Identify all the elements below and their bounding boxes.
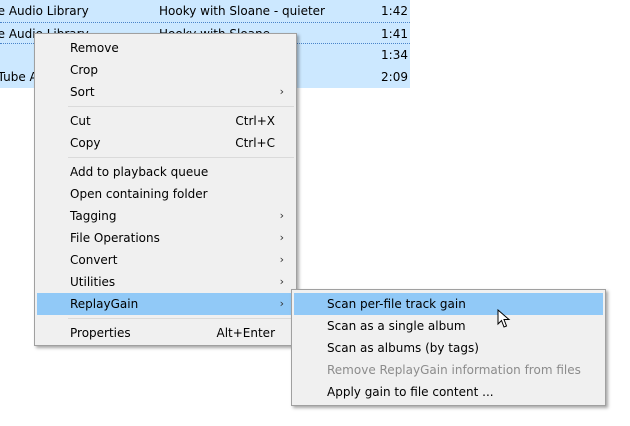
menu-item-replaygain[interactable]: ReplayGain › [37,293,294,315]
menu-item-remove[interactable]: Remove [37,37,294,59]
menu-item-label: Open containing folder [70,187,208,201]
menu-item-label: Add to playback queue [70,165,209,179]
menu-item-add-to-queue[interactable]: Add to playback queue [37,161,294,183]
submenu-arrow-icon: › [279,85,284,98]
menu-item-shortcut: Ctrl+C [235,136,275,150]
menu-item-file-operations[interactable]: File Operations › [37,227,294,249]
submenu-arrow-icon: › [279,231,284,244]
menu-item-cut[interactable]: Cut Ctrl+X [37,110,294,132]
menu-item-label: ReplayGain [70,297,139,311]
submenu-arrow-icon: › [279,297,284,310]
submenu-item-remove-replaygain-info: Remove ReplayGain information from files [294,359,603,381]
context-menu: Remove Crop Sort › Cut Ctrl+X Copy Ctrl+… [34,33,297,346]
submenu-item-scan-single-album[interactable]: Scan as a single album [294,315,603,337]
replaygain-submenu: Scan per-file track gain Scan as a singl… [291,289,606,406]
submenu-item-scan-track-gain[interactable]: Scan per-file track gain [294,293,603,315]
submenu-arrow-icon: › [279,275,284,288]
menu-item-shortcut: Alt+Enter [216,326,275,340]
menu-item-copy[interactable]: Copy Ctrl+C [37,132,294,154]
menu-separator [68,157,294,158]
menu-item-label: Sort [70,85,95,99]
track-title: Hooky with Sloane - quieter [159,4,325,18]
menu-item-label: Scan as albums (by tags) [327,341,479,355]
menu-separator [68,318,294,319]
menu-item-sort[interactable]: Sort › [37,81,294,103]
menu-item-convert[interactable]: Convert › [37,249,294,271]
track-duration: 1:34 [381,48,408,62]
menu-item-shortcut: Ctrl+X [235,114,275,128]
menu-separator [68,106,294,107]
submenu-item-scan-albums-by-tags[interactable]: Scan as albums (by tags) [294,337,603,359]
menu-item-label: Convert [70,253,118,267]
menu-item-label: Cut [70,114,91,128]
menu-item-tagging[interactable]: Tagging › [37,205,294,227]
track-duration: 1:41 [381,27,408,41]
submenu-arrow-icon: › [279,253,284,266]
menu-item-crop[interactable]: Crop [37,59,294,81]
menu-item-label: Utilities [70,275,116,289]
menu-item-label: File Operations [70,231,160,245]
menu-item-label: Apply gain to file content ... [327,385,494,399]
track-artist: be Audio Library [0,4,89,18]
track-duration: 1:42 [381,4,408,18]
menu-item-utilities[interactable]: Utilities › [37,271,294,293]
menu-item-label: Remove [70,41,119,55]
menu-item-label: Copy [70,136,101,150]
menu-item-label: Properties [70,326,131,340]
menu-item-label: Scan per-file track gain [327,297,466,311]
menu-item-label: Scan as a single album [327,319,466,333]
track-duration: 2:09 [381,70,408,84]
submenu-item-apply-gain[interactable]: Apply gain to file content ... [294,381,603,403]
mouse-pointer-icon [497,309,511,328]
table-row[interactable]: be Audio Library Hooky with Sloane - qui… [0,0,410,22]
menu-item-label: Tagging [70,209,117,223]
menu-item-open-folder[interactable]: Open containing folder [37,183,294,205]
menu-item-label: Crop [70,63,99,77]
submenu-arrow-icon: › [279,209,284,222]
menu-item-properties[interactable]: Properties Alt+Enter [37,322,294,344]
menu-item-label: Remove ReplayGain information from files [327,363,581,377]
